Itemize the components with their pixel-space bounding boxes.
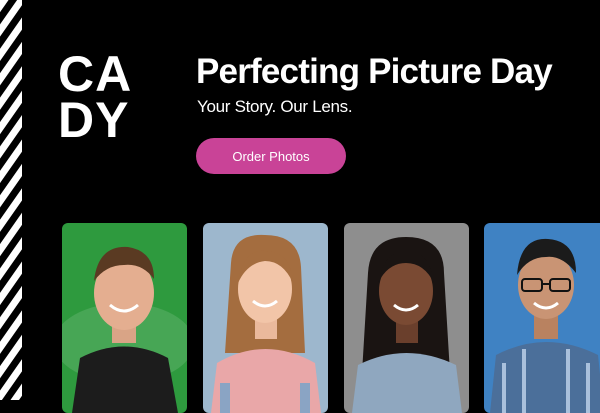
headline: Perfecting Picture Day: [196, 52, 553, 91]
student-portrait-2: [203, 223, 328, 413]
student-portrait-1: [62, 223, 187, 413]
student-portrait-3: [344, 223, 469, 413]
student-portrait-4: [484, 223, 600, 413]
decorative-stripes: [0, 0, 22, 400]
cady-logo: CA DY: [58, 49, 150, 148]
logo-line-2: DY: [58, 92, 130, 148]
order-photos-button[interactable]: Order Photos: [196, 138, 346, 174]
tagline: Your Story. Our Lens.: [197, 97, 353, 116]
